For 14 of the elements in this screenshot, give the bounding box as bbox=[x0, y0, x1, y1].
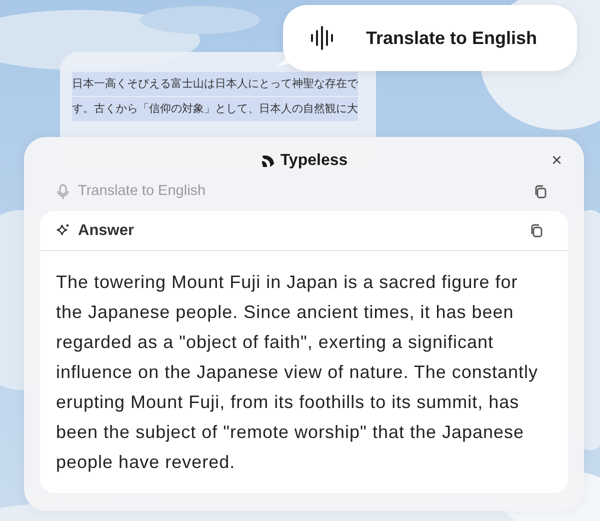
answer-heading: Answer bbox=[78, 220, 135, 241]
selected-text: 日本一高くそびえる富士山は日本人にとって神聖な存在で bbox=[72, 72, 358, 96]
microphone-icon bbox=[56, 184, 70, 200]
answer-text: The towering Mount Fuji in Japan is a sacred figure for the Japanese people. Since ancient times, it has been regarded as a "object of faith", exerting a significant influence on the Japanese view of nature. The constantly erupting Mount Fuji, from its foothills to its summit, has been the subject of "remote worship" that the Japanese people have revered. bbox=[56, 271, 539, 474]
command-label: Translate to English bbox=[366, 26, 538, 50]
selected-text: す。古くから「信仰の対象」として、日本人の自然観に大 bbox=[72, 97, 358, 121]
copy-button[interactable] bbox=[529, 222, 544, 238]
app-title: Typeless bbox=[280, 151, 348, 171]
prompt-text: Translate to English bbox=[78, 182, 207, 201]
close-button[interactable]: × bbox=[547, 149, 566, 171]
waveform-icon bbox=[310, 25, 336, 51]
copy-button[interactable] bbox=[533, 184, 548, 200]
logo-icon bbox=[260, 153, 276, 169]
sparkle-icon bbox=[56, 223, 70, 238]
